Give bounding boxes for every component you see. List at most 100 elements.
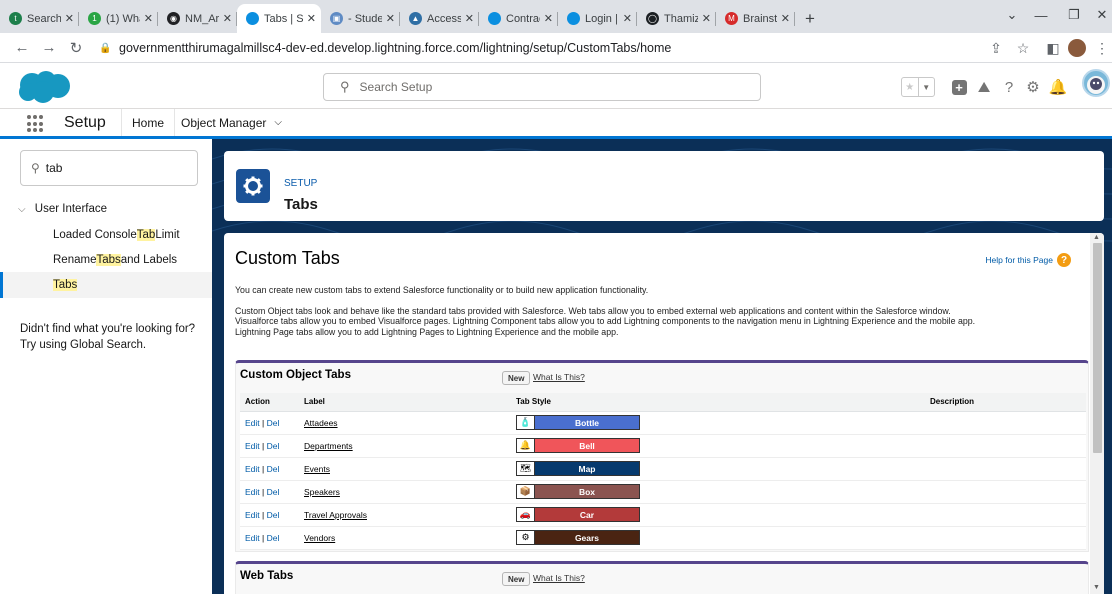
edit-link[interactable]: Edit xyxy=(245,510,260,520)
close-tab-icon[interactable]: ✕ xyxy=(781,12,790,25)
delete-link[interactable]: Del xyxy=(267,533,280,543)
scrollbar-thumb[interactable] xyxy=(1093,243,1102,453)
favorites-button-group[interactable]: ★ ▼ xyxy=(901,77,935,97)
tab-label-link[interactable]: Events xyxy=(304,464,330,474)
what-is-this-link[interactable]: What Is This? xyxy=(533,573,585,583)
help-link-text: Help for this Page xyxy=(985,255,1053,265)
url-field[interactable]: 🔒 governmentthirumagalmillsc4-dev-ed.dev… xyxy=(99,37,969,59)
row-tab-style-cell: ⚙ Gears xyxy=(511,526,925,550)
browser-menu-icon[interactable]: ⋮ xyxy=(1090,36,1112,60)
delete-link[interactable]: Del xyxy=(267,510,280,520)
bookmark-star-icon[interactable]: ☆ xyxy=(1011,36,1035,60)
url-text: governmentthirumagalmillsc4-dev-ed.devel… xyxy=(119,41,672,55)
nav-tab-object-manager[interactable]: Object Manager ⌵ xyxy=(171,109,292,136)
tab-style-icon: 🚗 xyxy=(517,508,535,521)
search-highlight: Tabs xyxy=(53,279,78,291)
delete-link[interactable]: Del xyxy=(267,441,280,451)
intro-text: You can create new custom tabs to extend… xyxy=(235,285,649,295)
edit-link[interactable]: Edit xyxy=(245,487,260,497)
minimize-window-icon[interactable]: — xyxy=(1024,0,1058,30)
help-for-this-page-link[interactable]: Help for this Page ? xyxy=(985,253,1071,267)
custom-object-tabs-panel: Custom Object Tabs New What Is This? Act… xyxy=(235,360,1089,552)
tree-node-user-interface[interactable]: ⌵ User Interface xyxy=(18,203,107,215)
table-header-row: Action Label Tab Style Description xyxy=(240,393,1086,412)
quick-find-input[interactable]: ⚲ tab xyxy=(20,150,198,186)
salesforce-logo-icon[interactable] xyxy=(17,70,71,104)
browser-tab[interactable]: M Brainsto ✕ xyxy=(716,4,795,33)
browser-tab[interactable]: ◉ NM_Arts ✕ xyxy=(158,4,237,33)
close-tab-icon[interactable]: ✕ xyxy=(65,12,74,25)
close-tab-icon[interactable]: ✕ xyxy=(702,12,711,25)
new-web-tab-button[interactable]: New xyxy=(502,572,531,586)
scroll-down-icon[interactable]: ▼ xyxy=(1093,584,1100,591)
close-tab-icon[interactable]: ✕ xyxy=(223,12,232,25)
scroll-up-icon[interactable]: ▲ xyxy=(1093,234,1100,241)
favorite-star-icon[interactable]: ★ xyxy=(902,78,918,96)
new-custom-object-tab-button[interactable]: New xyxy=(502,371,531,385)
close-tab-icon[interactable]: ✕ xyxy=(465,12,474,25)
tree-item-rename-tabs-and-labels[interactable]: Rename Tabs and Labels xyxy=(0,247,212,273)
edit-link[interactable]: Edit xyxy=(245,418,260,428)
panel-title: Web Tabs xyxy=(240,570,294,582)
tab-favicon-icon xyxy=(246,12,259,25)
close-tab-icon[interactable]: ✕ xyxy=(544,12,553,25)
close-tab-icon[interactable]: ✕ xyxy=(144,12,153,25)
table-row: Edit | Del Travel Approvals 🚗 Car xyxy=(240,503,1086,527)
browser-tab[interactable]: Contract ✕ xyxy=(479,4,558,33)
trailhead-guidance-icon[interactable]: ⛰ xyxy=(973,77,995,97)
forward-arrow-icon[interactable]: → xyxy=(37,36,61,60)
tab-label-link[interactable]: Departments xyxy=(304,441,353,451)
reload-icon[interactable]: ↻ xyxy=(64,36,88,60)
favorites-dropdown-icon[interactable]: ▼ xyxy=(917,78,935,96)
tab-style-icon: ⚙ xyxy=(517,531,535,544)
user-avatar[interactable] xyxy=(1082,69,1110,97)
close-tab-icon[interactable]: ✕ xyxy=(307,12,316,25)
close-window-icon[interactable]: ✕ xyxy=(1085,0,1112,30)
what-is-this-link[interactable]: What Is This? xyxy=(533,372,585,382)
content-scrollbar[interactable]: ▲ ▼ xyxy=(1090,233,1104,594)
share-icon[interactable]: ⇪ xyxy=(984,36,1008,60)
close-tab-icon[interactable]: ✕ xyxy=(386,12,395,25)
setup-gear-icon[interactable]: ⚙ xyxy=(1022,77,1044,97)
tab-label-link[interactable]: Attadees xyxy=(304,418,338,428)
delete-link[interactable]: Del xyxy=(267,464,280,474)
notifications-bell-icon[interactable]: 🔔 xyxy=(1047,77,1069,97)
edit-link[interactable]: Edit xyxy=(245,533,260,543)
tree-item-loaded-console-tab-limit[interactable]: Loaded Console Tab Limit xyxy=(0,222,212,248)
tab-label-link[interactable]: Vendors xyxy=(304,533,335,543)
new-tab-button[interactable]: + xyxy=(795,4,825,33)
global-actions-plus-icon[interactable]: + xyxy=(948,77,970,97)
tab-style-name: Bottle xyxy=(535,416,639,429)
tab-label-link[interactable]: Speakers xyxy=(304,487,340,497)
row-tab-style-cell: 📦 Box xyxy=(511,480,925,504)
browser-tab[interactable]: ▣ - Studen ✕ xyxy=(321,4,400,33)
delete-link[interactable]: Del xyxy=(267,487,280,497)
browser-tab[interactable]: 1 (1) What ✕ xyxy=(79,4,158,33)
nav-tab-home[interactable]: Home xyxy=(121,109,176,136)
browser-tab[interactable]: ◯ Thamizh ✕ xyxy=(637,4,716,33)
row-description-cell xyxy=(925,503,1086,527)
setup-main-area: SETUP Tabs Custom Tabs Help for this Pag… xyxy=(212,139,1112,594)
back-arrow-icon[interactable]: ← xyxy=(10,36,34,60)
browser-tab[interactable]: t Search s ✕ xyxy=(0,4,79,33)
browser-tab[interactable]: Tabs | Sa ✕ xyxy=(237,4,321,33)
hint-line: Try using Global Search. xyxy=(20,339,147,351)
app-launcher-waffle-icon[interactable] xyxy=(27,115,45,133)
edit-link[interactable]: Edit xyxy=(245,464,260,474)
chevron-down-icon[interactable]: ⌵ xyxy=(274,117,282,128)
delete-link[interactable]: Del xyxy=(267,418,280,428)
tree-item-tabs[interactable]: Tabs xyxy=(0,272,212,298)
tree-item-text: Loaded Console xyxy=(53,229,137,241)
browser-tab[interactable]: ▲ Accessib ✕ xyxy=(400,4,479,33)
row-label-cell: Attadees xyxy=(299,411,511,435)
profile-icon[interactable] xyxy=(1065,36,1089,60)
help-question-icon[interactable]: ? xyxy=(998,77,1020,97)
edit-link[interactable]: Edit xyxy=(245,441,260,451)
close-tab-icon[interactable]: ✕ xyxy=(623,12,632,25)
global-search-box[interactable]: ⚲ Search Setup xyxy=(323,73,761,101)
tab-label-link[interactable]: Travel Approvals xyxy=(304,510,367,520)
browser-tab[interactable]: Login | S ✕ xyxy=(558,4,637,33)
tab-favicon-icon: ◯ xyxy=(646,12,659,25)
breadcrumb-setup[interactable]: SETUP xyxy=(284,178,317,189)
side-panel-icon[interactable]: ◧ xyxy=(1041,36,1065,60)
